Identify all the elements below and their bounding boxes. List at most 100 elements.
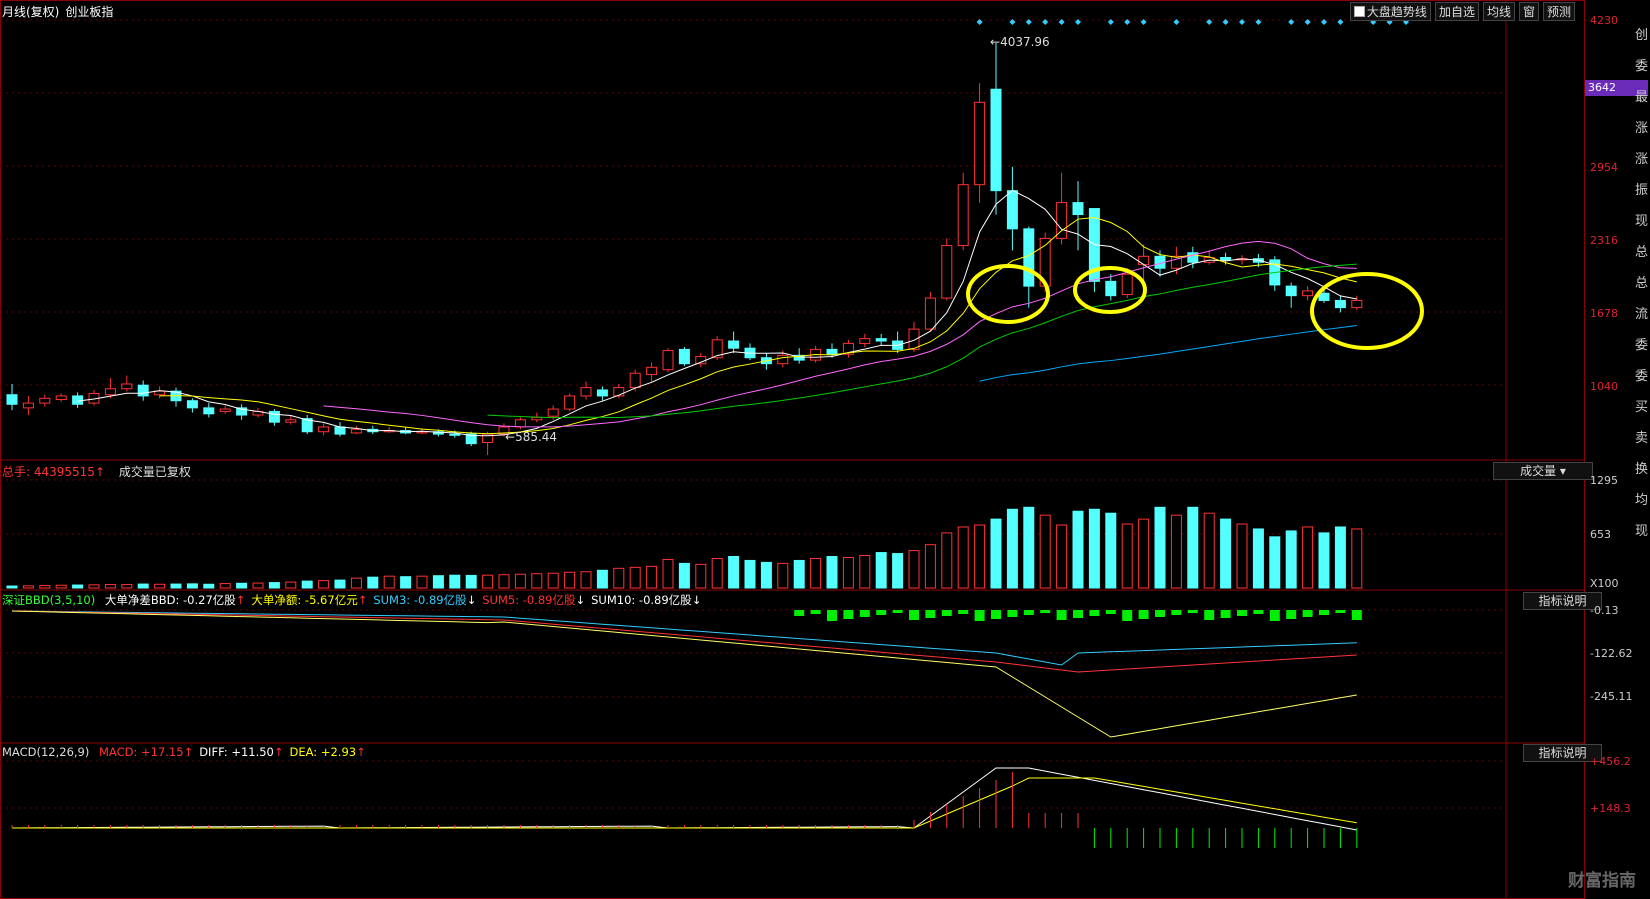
volume-bar-17 bbox=[285, 581, 297, 589]
bbd-bar-63 bbox=[1040, 610, 1051, 613]
side-label-11: 委 bbox=[1635, 369, 1649, 384]
bbd-bar-49 bbox=[810, 610, 821, 614]
bbd-bar-77 bbox=[1269, 610, 1280, 621]
volume-bar-47 bbox=[777, 562, 789, 589]
price-tick-5: 1040 bbox=[1590, 380, 1618, 393]
bbd-arrow-0: ↑ bbox=[235, 593, 246, 607]
bbd-bar-82 bbox=[1351, 610, 1362, 620]
volume-bar-44 bbox=[728, 556, 740, 589]
candle-body-80 bbox=[1318, 292, 1330, 301]
volume-bar-72 bbox=[1187, 506, 1199, 589]
volume-unit: X100 bbox=[1590, 577, 1619, 590]
volume-bar-40 bbox=[662, 558, 674, 589]
highlight-circle-2 bbox=[1310, 272, 1424, 350]
volume-bar-80 bbox=[1318, 532, 1330, 589]
side-label-12: 买 bbox=[1635, 400, 1649, 415]
volume-bar-46 bbox=[760, 561, 772, 589]
volume-bar-49 bbox=[810, 557, 822, 589]
bbd-bar-55 bbox=[909, 610, 919, 620]
ma5-line bbox=[77, 189, 1357, 437]
candle-body-12 bbox=[203, 407, 215, 415]
candle-body-41 bbox=[678, 348, 690, 365]
candle-body-44 bbox=[728, 340, 740, 349]
bbd-tick-1: -122.62 bbox=[1590, 647, 1633, 660]
bbd-bar-71 bbox=[1171, 610, 1182, 615]
candle-body-39 bbox=[646, 366, 658, 375]
trend-diamond-12 bbox=[1239, 19, 1245, 25]
highlight-circle-0 bbox=[966, 264, 1050, 324]
volume-bar-56 bbox=[924, 544, 936, 589]
volume-bar-68 bbox=[1121, 523, 1133, 589]
volume-bar-52 bbox=[859, 555, 871, 589]
bbd-bar-70 bbox=[1155, 610, 1165, 617]
side-label-10: 委 bbox=[1635, 338, 1649, 353]
bbd-tick-2: -245.11 bbox=[1590, 690, 1633, 703]
volume-bar-59 bbox=[974, 524, 986, 589]
volume-tick-0: 1295 bbox=[1590, 474, 1618, 487]
candle-body-57 bbox=[941, 245, 953, 299]
volume-bar-27 bbox=[449, 574, 461, 589]
volume-bar-25 bbox=[416, 575, 428, 589]
ma-button[interactable]: 均线 bbox=[1482, 2, 1515, 21]
forecast-button[interactable]: 预测 bbox=[1542, 2, 1575, 21]
candle-body-32 bbox=[531, 416, 543, 421]
bbd-bar-51 bbox=[843, 610, 854, 619]
watermark: 财富指南 bbox=[1568, 871, 1636, 891]
volume-bar-12 bbox=[203, 583, 215, 589]
volume-bar-14 bbox=[236, 582, 248, 589]
volume-bar-55 bbox=[908, 550, 920, 589]
volume-bar-11 bbox=[186, 583, 198, 589]
trend-line-toggle[interactable]: 大盘趋势线 bbox=[1349, 2, 1431, 21]
bbd-bar-57 bbox=[941, 610, 952, 616]
side-label-1: 委 bbox=[1635, 59, 1649, 74]
candle-body-58 bbox=[957, 184, 969, 247]
volume-bar-31 bbox=[514, 573, 526, 589]
candle-body-38 bbox=[629, 372, 641, 389]
volume-header: 总手: 44395515↑ 成交量已复权 bbox=[2, 465, 191, 479]
high-annotation: ←4037.96 bbox=[990, 35, 1050, 49]
bbd-bar-78 bbox=[1286, 610, 1297, 619]
bbd-bar-60 bbox=[991, 610, 1001, 619]
bbd-bar-79 bbox=[1302, 610, 1313, 617]
volume-bar-29 bbox=[482, 574, 494, 589]
side-label-9: 流 bbox=[1635, 307, 1649, 322]
volume-bar-79 bbox=[1302, 526, 1314, 589]
candle-body-68 bbox=[1121, 273, 1133, 295]
bbd-bar-48 bbox=[794, 610, 805, 616]
candle-body-69 bbox=[1138, 255, 1150, 266]
volume-bar-66 bbox=[1088, 508, 1100, 589]
volume-bar-34 bbox=[564, 571, 576, 589]
bbd-bar-66 bbox=[1089, 610, 1100, 616]
volume-note: 成交量已复权 bbox=[118, 465, 191, 479]
stock-chart bbox=[0, 0, 1585, 899]
candle-body-52 bbox=[859, 338, 871, 344]
bbd-bar-62 bbox=[1023, 610, 1034, 615]
volume-bar-58 bbox=[957, 526, 969, 589]
volume-dropdown[interactable]: 成交量 ▾ bbox=[1493, 462, 1593, 480]
volume-bar-20 bbox=[334, 579, 346, 589]
volume-bar-67 bbox=[1105, 512, 1117, 589]
bbd-item-4: SUM10: -0.89亿股 bbox=[591, 593, 692, 607]
add-watchlist-button[interactable]: 加自选 bbox=[1434, 2, 1479, 21]
bbd-bar-65 bbox=[1073, 610, 1083, 618]
macd-item-1: DIFF: +11.50 bbox=[199, 745, 274, 759]
candle-body-2 bbox=[39, 397, 51, 404]
volume-bar-42 bbox=[695, 563, 707, 589]
volume-bar-24 bbox=[400, 576, 412, 589]
macd-arrow-1: ↑ bbox=[273, 745, 284, 759]
bbd-arrow-2: ↓ bbox=[466, 593, 477, 607]
macd-diff-line bbox=[11, 767, 1357, 831]
volume-bar-8 bbox=[137, 583, 149, 589]
window-button[interactable]: 窗 bbox=[1518, 2, 1539, 21]
bbd-bar-53 bbox=[876, 610, 887, 615]
candle-body-11 bbox=[186, 400, 198, 409]
bbd-bar-67 bbox=[1105, 610, 1116, 614]
bbd-bar-59 bbox=[974, 610, 985, 621]
side-label-3: 涨 bbox=[1635, 121, 1649, 136]
candle-body-78 bbox=[1285, 285, 1297, 297]
bbd-bar-72 bbox=[1187, 610, 1198, 613]
bbd-arrow-3: ↓ bbox=[575, 593, 586, 607]
candle-body-3 bbox=[55, 395, 67, 401]
bbd-item-0: 大单净差BBD: -0.27亿股 bbox=[104, 593, 236, 607]
volume-bar-1 bbox=[22, 585, 34, 589]
